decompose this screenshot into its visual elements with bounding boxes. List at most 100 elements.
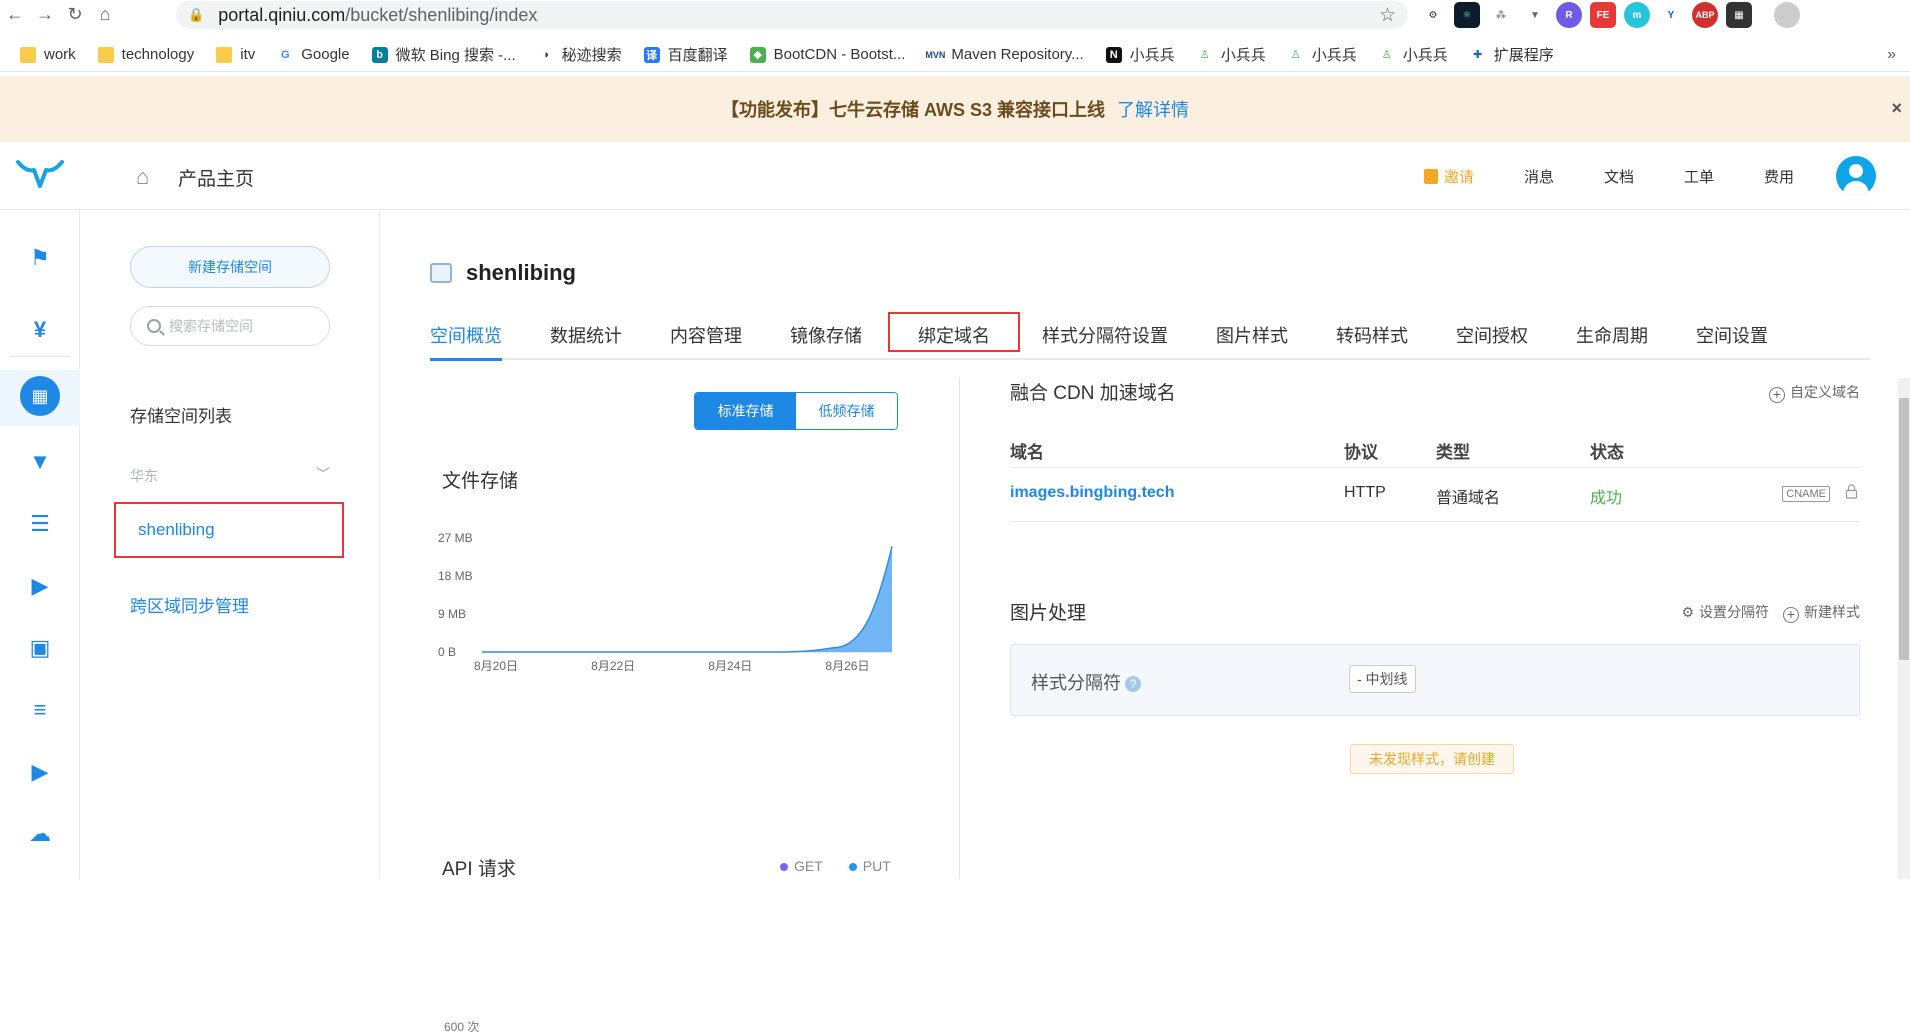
region-selector[interactable]: 华东 ﹀: [130, 466, 330, 486]
tab-lifecycle[interactable]: 生命周期: [1576, 314, 1648, 358]
x-tick-label: 8月26日: [825, 659, 869, 673]
bookmark-link[interactable]: ♙小兵兵: [1288, 44, 1357, 65]
cloud-icon[interactable]: ☁: [24, 818, 56, 850]
bookmark-link[interactable]: N小兵兵: [1106, 44, 1175, 65]
cdn-icon[interactable]: ▼: [24, 446, 56, 478]
yen-icon[interactable]: ¥: [24, 314, 56, 346]
tab-authorization[interactable]: 空间授权: [1456, 314, 1528, 358]
cname-badge[interactable]: CNAME: [1782, 486, 1830, 502]
bookmark-link[interactable]: MVNMaven Repository...: [927, 46, 1083, 63]
adblock-icon[interactable]: ABP: [1692, 2, 1718, 28]
home-icon[interactable]: ⌂: [90, 0, 120, 28]
set-separator-button[interactable]: ⚙设置分隔符: [1681, 602, 1769, 623]
bucket-title: shenlibing: [430, 260, 576, 286]
qiniu-logo[interactable]: [16, 158, 64, 190]
grid-icon: ▦: [20, 376, 60, 416]
bucket-list-title: 存储空间列表: [130, 402, 232, 427]
tab-style-separator[interactable]: 样式分隔符设置: [1042, 314, 1168, 358]
reload-icon[interactable]: ↻: [60, 0, 90, 28]
cdn-section-title: 融合 CDN 加速域名: [1010, 383, 1176, 404]
tab-settings[interactable]: 空间设置: [1696, 314, 1768, 358]
tab-content[interactable]: 内容管理: [670, 314, 742, 358]
product-home-icon[interactable]: ⌂: [136, 164, 149, 190]
fe-extension-icon[interactable]: FE: [1590, 2, 1616, 28]
extension-icon[interactable]: Y: [1658, 2, 1684, 28]
react-devtools-icon[interactable]: ⚛: [1454, 2, 1480, 28]
bookmark-link[interactable]: ♙小兵兵: [1197, 44, 1266, 65]
bookmark-label: 扩展程序: [1494, 44, 1554, 65]
user-avatar[interactable]: [1836, 156, 1876, 196]
invite-link[interactable]: 邀请: [1424, 166, 1474, 187]
messages-link[interactable]: 消息: [1524, 166, 1554, 187]
new-style-label: 新建样式: [1804, 604, 1860, 620]
bookmark-label: BootCDN - Bootst...: [774, 46, 906, 63]
tab-statistics[interactable]: 数据统计: [550, 314, 622, 358]
tab-overview[interactable]: 空间概览: [430, 314, 502, 358]
bookmark-link[interactable]: ✚扩展程序: [1470, 44, 1554, 65]
tab-transcode-style[interactable]: 转码样式: [1336, 314, 1408, 358]
bookmark-link[interactable]: ♙小兵兵: [1379, 44, 1448, 65]
status-badge: 成功: [1590, 484, 1622, 508]
domain-link[interactable]: images.bingbing.tech: [1010, 484, 1174, 502]
rail-divider: [10, 356, 70, 357]
video-icon[interactable]: ▣: [24, 632, 56, 664]
tab-mirror[interactable]: 镜像存储: [790, 314, 862, 358]
new-style-button[interactable]: +新建样式: [1783, 602, 1860, 623]
lock-icon[interactable]: [1845, 484, 1858, 499]
extension-icon[interactable]: R: [1556, 2, 1582, 28]
kodo-storage-icon[interactable]: ▦: [20, 376, 60, 416]
bookmark-folder[interactable]: work: [20, 46, 76, 63]
vue-devtools-icon[interactable]: ▼: [1522, 2, 1548, 28]
help-icon[interactable]: ?: [1125, 676, 1141, 692]
custom-domain-label: 自定义域名: [1790, 384, 1860, 400]
domain-protocol: HTTP: [1344, 484, 1386, 502]
bookmark-link[interactable]: b微软 Bing 搜索 -...: [372, 44, 516, 65]
file-storage-title: 文件存储: [442, 466, 518, 493]
bookmark-link[interactable]: GGoogle: [277, 46, 349, 63]
address-bar[interactable]: 🔒 portal.qiniu.com/bucket/shenlibing/ind…: [176, 1, 1408, 29]
forward-icon[interactable]: →: [30, 0, 60, 28]
bookmark-star-icon[interactable]: ☆: [1379, 4, 1396, 27]
bookmark-link[interactable]: ◑秘迹搜索: [538, 44, 622, 65]
extension-icon[interactable]: ⚙: [1420, 2, 1446, 28]
extension-icon[interactable]: ⁂: [1488, 2, 1514, 28]
legend-get[interactable]: GET: [780, 858, 823, 874]
tab-image-style[interactable]: 图片样式: [1216, 314, 1288, 358]
profile-avatar[interactable]: [1774, 2, 1800, 28]
legend-put[interactable]: PUT: [849, 858, 891, 874]
region-label: 华东: [130, 468, 158, 484]
n-icon: N: [1106, 47, 1122, 63]
folder-icon: [216, 47, 232, 63]
docs-link[interactable]: 文档: [1604, 166, 1634, 187]
standard-storage-button[interactable]: 标准存储: [695, 393, 796, 429]
separator-tag[interactable]: - 中划线: [1349, 665, 1416, 693]
live-icon[interactable]: ▶: [24, 570, 56, 602]
bucket-search-input[interactable]: 搜索存储空间: [130, 306, 330, 346]
bookmark-folder[interactable]: itv: [216, 46, 255, 63]
cross-region-sync-link[interactable]: 跨区域同步管理: [130, 592, 249, 617]
low-frequency-storage-button[interactable]: 低频存储: [796, 393, 897, 429]
billing-link[interactable]: 费用: [1764, 166, 1794, 187]
bookmark-folder[interactable]: technology: [98, 46, 195, 63]
overview-icon[interactable]: ⚑: [24, 242, 56, 274]
folder-icon: [20, 47, 36, 63]
learn-more-link[interactable]: 了解详情: [1117, 96, 1189, 122]
bookmark-link[interactable]: 译百度翻译: [644, 44, 728, 65]
scrollbar-thumb[interactable]: [1899, 398, 1909, 660]
sliders-icon[interactable]: ≡: [24, 694, 56, 726]
close-icon[interactable]: ×: [1891, 98, 1902, 119]
more-bookmarks-icon[interactable]: »: [1887, 46, 1896, 64]
api-legend: GET PUT: [780, 858, 891, 874]
new-bucket-button[interactable]: 新建存储空间: [130, 246, 330, 288]
product-home-link[interactable]: 产品主页: [178, 164, 254, 191]
back-icon[interactable]: ←: [0, 0, 30, 28]
media-icon[interactable]: ▶: [24, 756, 56, 788]
tickets-link[interactable]: 工单: [1684, 166, 1714, 187]
extension-icon[interactable]: m: [1624, 2, 1650, 28]
bucket-item-shenlibing[interactable]: shenlibing: [114, 502, 344, 558]
server-icon[interactable]: ☰: [24, 508, 56, 540]
custom-domain-button[interactable]: +自定义域名: [1769, 382, 1860, 403]
qrcode-icon[interactable]: ▦: [1726, 2, 1752, 28]
bookmark-link[interactable]: ◆BootCDN - Bootst...: [750, 46, 906, 63]
tab-bind-domain[interactable]: 绑定域名: [890, 314, 1018, 350]
